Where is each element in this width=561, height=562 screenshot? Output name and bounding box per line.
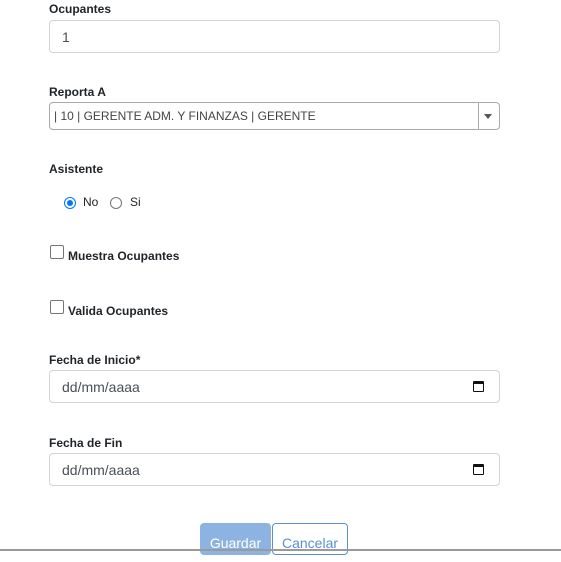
asistente-option-si-label: Si bbox=[130, 195, 141, 209]
muestra-ocupantes-label: Muestra Ocupantes bbox=[68, 249, 180, 263]
chevron-down-icon bbox=[484, 114, 492, 119]
fecha-fin-placeholder: dd/mm/aaaa bbox=[62, 462, 140, 478]
fecha-inicio-input[interactable]: dd/mm/aaaa bbox=[49, 370, 500, 403]
calendar-icon[interactable] bbox=[473, 381, 484, 392]
fecha-inicio-placeholder: dd/mm/aaaa bbox=[62, 379, 140, 395]
fecha-fin-label: Fecha de Fin bbox=[49, 436, 123, 450]
ocupantes-label: Ocupantes bbox=[49, 2, 112, 16]
asistente-radio-no[interactable] bbox=[64, 197, 76, 209]
valida-ocupantes-label: Valida Ocupantes bbox=[68, 304, 169, 318]
calendar-icon[interactable] bbox=[473, 464, 484, 475]
muestra-ocupantes-checkbox[interactable] bbox=[50, 245, 64, 259]
fecha-inicio-label: Fecha de Inicio* bbox=[49, 353, 141, 367]
asistente-label: Asistente bbox=[49, 162, 104, 176]
reporta-label: Reporta A bbox=[49, 85, 106, 99]
ocupantes-value: 1 bbox=[62, 29, 70, 45]
asistente-radio-si[interactable] bbox=[110, 197, 122, 209]
reporta-selected-value: | 10 | GERENTE ADM. Y FINANZAS | GERENTE bbox=[54, 109, 316, 123]
dropdown-toggle[interactable] bbox=[478, 103, 499, 129]
valida-ocupantes-checkbox[interactable] bbox=[50, 300, 64, 314]
asistente-option-no-label: No bbox=[83, 195, 99, 209]
fecha-fin-input[interactable]: dd/mm/aaaa bbox=[49, 453, 500, 486]
ocupantes-input[interactable]: 1 bbox=[49, 20, 500, 53]
reporta-select[interactable]: | 10 | GERENTE ADM. Y FINANZAS | GERENTE bbox=[49, 102, 500, 130]
